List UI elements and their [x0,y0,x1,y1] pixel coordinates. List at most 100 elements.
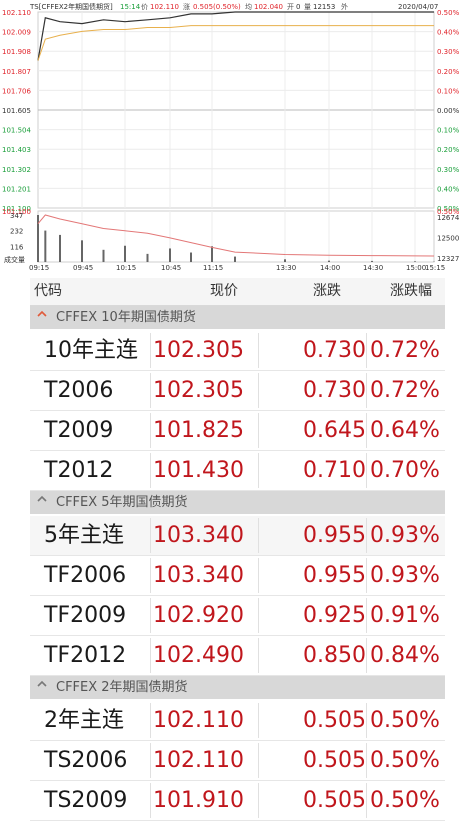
column-divider [366,333,367,368]
table-row[interactable]: TF2009 102.920 0.925 0.91% [30,596,445,636]
percent-tick-label: 0.50% [437,9,460,17]
group-header[interactable]: CFFEX 5年期国债期货 [30,491,445,514]
volume-unit: 外 [341,2,348,11]
header-pct[interactable]: 涨跌幅 [390,278,432,305]
price-label: 价 [141,3,148,11]
table-row[interactable]: TS2006 102.110 0.505 0.50% [30,741,445,781]
avg-label: 均 [245,2,252,11]
price-change: 0.505 [303,708,366,733]
volume-label: 量 [304,3,311,11]
column-divider [258,413,259,448]
price-line [37,11,434,61]
table-row[interactable]: 5年主连 103.340 0.955 0.93% [30,516,445,556]
column-divider [258,598,259,633]
volume-bar [124,245,126,262]
percent-change: 0.70% [370,458,440,483]
contract-name: 2年主连 [44,708,124,733]
last-price: 101.825 [153,418,244,443]
percent-tick-label: 0.30% [437,166,460,174]
percent-change: 0.64% [370,418,440,443]
volume-bar [169,248,171,262]
volume-bar [211,246,213,262]
percent-change: 0.50% [370,708,440,733]
open-interest-tick-label: 12500 [437,235,459,243]
contract-name: T2006 [44,378,114,403]
table-row[interactable]: TS2009 101.910 0.505 0.50% [30,781,445,821]
header-change[interactable]: 涨跌 [313,278,341,305]
table-row[interactable]: T2012 101.430 0.710 0.70% [30,451,445,491]
last-price: 102.110 [153,748,244,773]
volume-bar [59,234,61,262]
contract-name: TF2006 [44,563,127,588]
volume-bar [414,261,416,262]
last-price: 101.910 [153,788,244,813]
table-row[interactable]: T2006 102.305 0.730 0.72% [30,371,445,411]
price-tick-label: 101.504 [2,127,31,135]
header-code[interactable]: 代码 [34,278,62,305]
column-divider [366,743,367,778]
time-tick-label: 09:15 [29,264,49,272]
time-tick-label: 09:45 [73,264,93,272]
group-header[interactable]: CFFEX 10年期国债期货 [30,306,445,329]
table-row[interactable]: TF2012 102.490 0.850 0.84% [30,636,445,676]
contract-name: T2009 [44,418,114,443]
contract-name: TF2009 [44,603,127,628]
average-price-line [37,25,434,61]
column-divider [366,598,367,633]
quote-open: 0 [296,3,300,11]
volume-bar [146,253,149,262]
table-row[interactable]: 10年主连 102.305 0.730 0.72% [30,331,445,371]
price-tick-label: 101.403 [2,146,31,154]
price-change: 0.955 [303,563,366,588]
group-label: CFFEX 5年期国债期货 [56,495,188,510]
table-row[interactable]: 2年主连 102.110 0.505 0.50% [30,701,445,741]
volume-bar [328,260,330,262]
table-header: 代码 现价 涨跌 涨跌幅 [30,278,445,306]
volume-caption: 成交量 [4,255,25,264]
quote-time: 15:14 [120,3,141,11]
table-row[interactable]: TF2006 103.340 0.955 0.93% [30,556,445,596]
percent-tick-label: 0.00% [437,107,460,115]
header-price[interactable]: 现价 [210,278,238,305]
chevron-up-icon [37,310,47,317]
price-change: 0.730 [303,378,366,403]
time-tick-label: 14:00 [320,264,340,272]
intraday-chart-panel[interactable]: TS[CFFEX2年期国债期货] 15:14 价 102.110 涨 0.505(0.50… [0,0,474,276]
time-tick-label: 10:15 [116,264,136,272]
percent-change: 0.93% [370,563,440,588]
volume-pct-label: 0.50% [437,208,460,216]
percent-change: 0.84% [370,643,440,668]
last-price: 101.430 [153,458,244,483]
chevron-up-icon [37,680,47,687]
column-divider [366,558,367,593]
last-price: 102.305 [153,378,244,403]
column-divider [258,638,259,673]
volume-bar [81,240,83,262]
percent-tick-label: 0.20% [437,68,460,76]
contract-title: TS[CFFEX2年期国债期货] [29,2,113,11]
column-divider [258,373,259,408]
price-change: 0.730 [303,338,366,363]
column-divider [366,413,367,448]
contract-name: T2012 [44,458,114,483]
table-row[interactable]: T2009 101.825 0.645 0.64% [30,411,445,451]
quote-change: 0.505(0.50%) [193,3,241,11]
price-tick-label: 101.302 [2,166,31,174]
percent-change: 0.91% [370,603,440,628]
price-tick-label: 102.110 [2,9,31,17]
column-divider [366,518,367,553]
change-label: 涨 [183,2,190,11]
column-divider [366,373,367,408]
time-tick-label: 11:15 [203,264,223,272]
last-price: 102.110 [153,708,244,733]
group-header[interactable]: CFFEX 2年期国债期货 [30,676,445,699]
volume-bar [102,249,105,262]
quote-date: 2020/04/07 [398,3,438,11]
last-price: 103.340 [153,523,244,548]
volume-tick-label: 347 [10,212,23,220]
price-change: 0.505 [303,748,366,773]
price-tick-label: 101.605 [2,107,31,115]
intraday-chart[interactable]: TS[CFFEX2年期国债期货] 15:14 价 102.110 涨 0.505(0.50… [0,0,474,276]
contract-name: TS2006 [44,748,128,773]
percent-tick-label: 0.30% [437,48,460,56]
